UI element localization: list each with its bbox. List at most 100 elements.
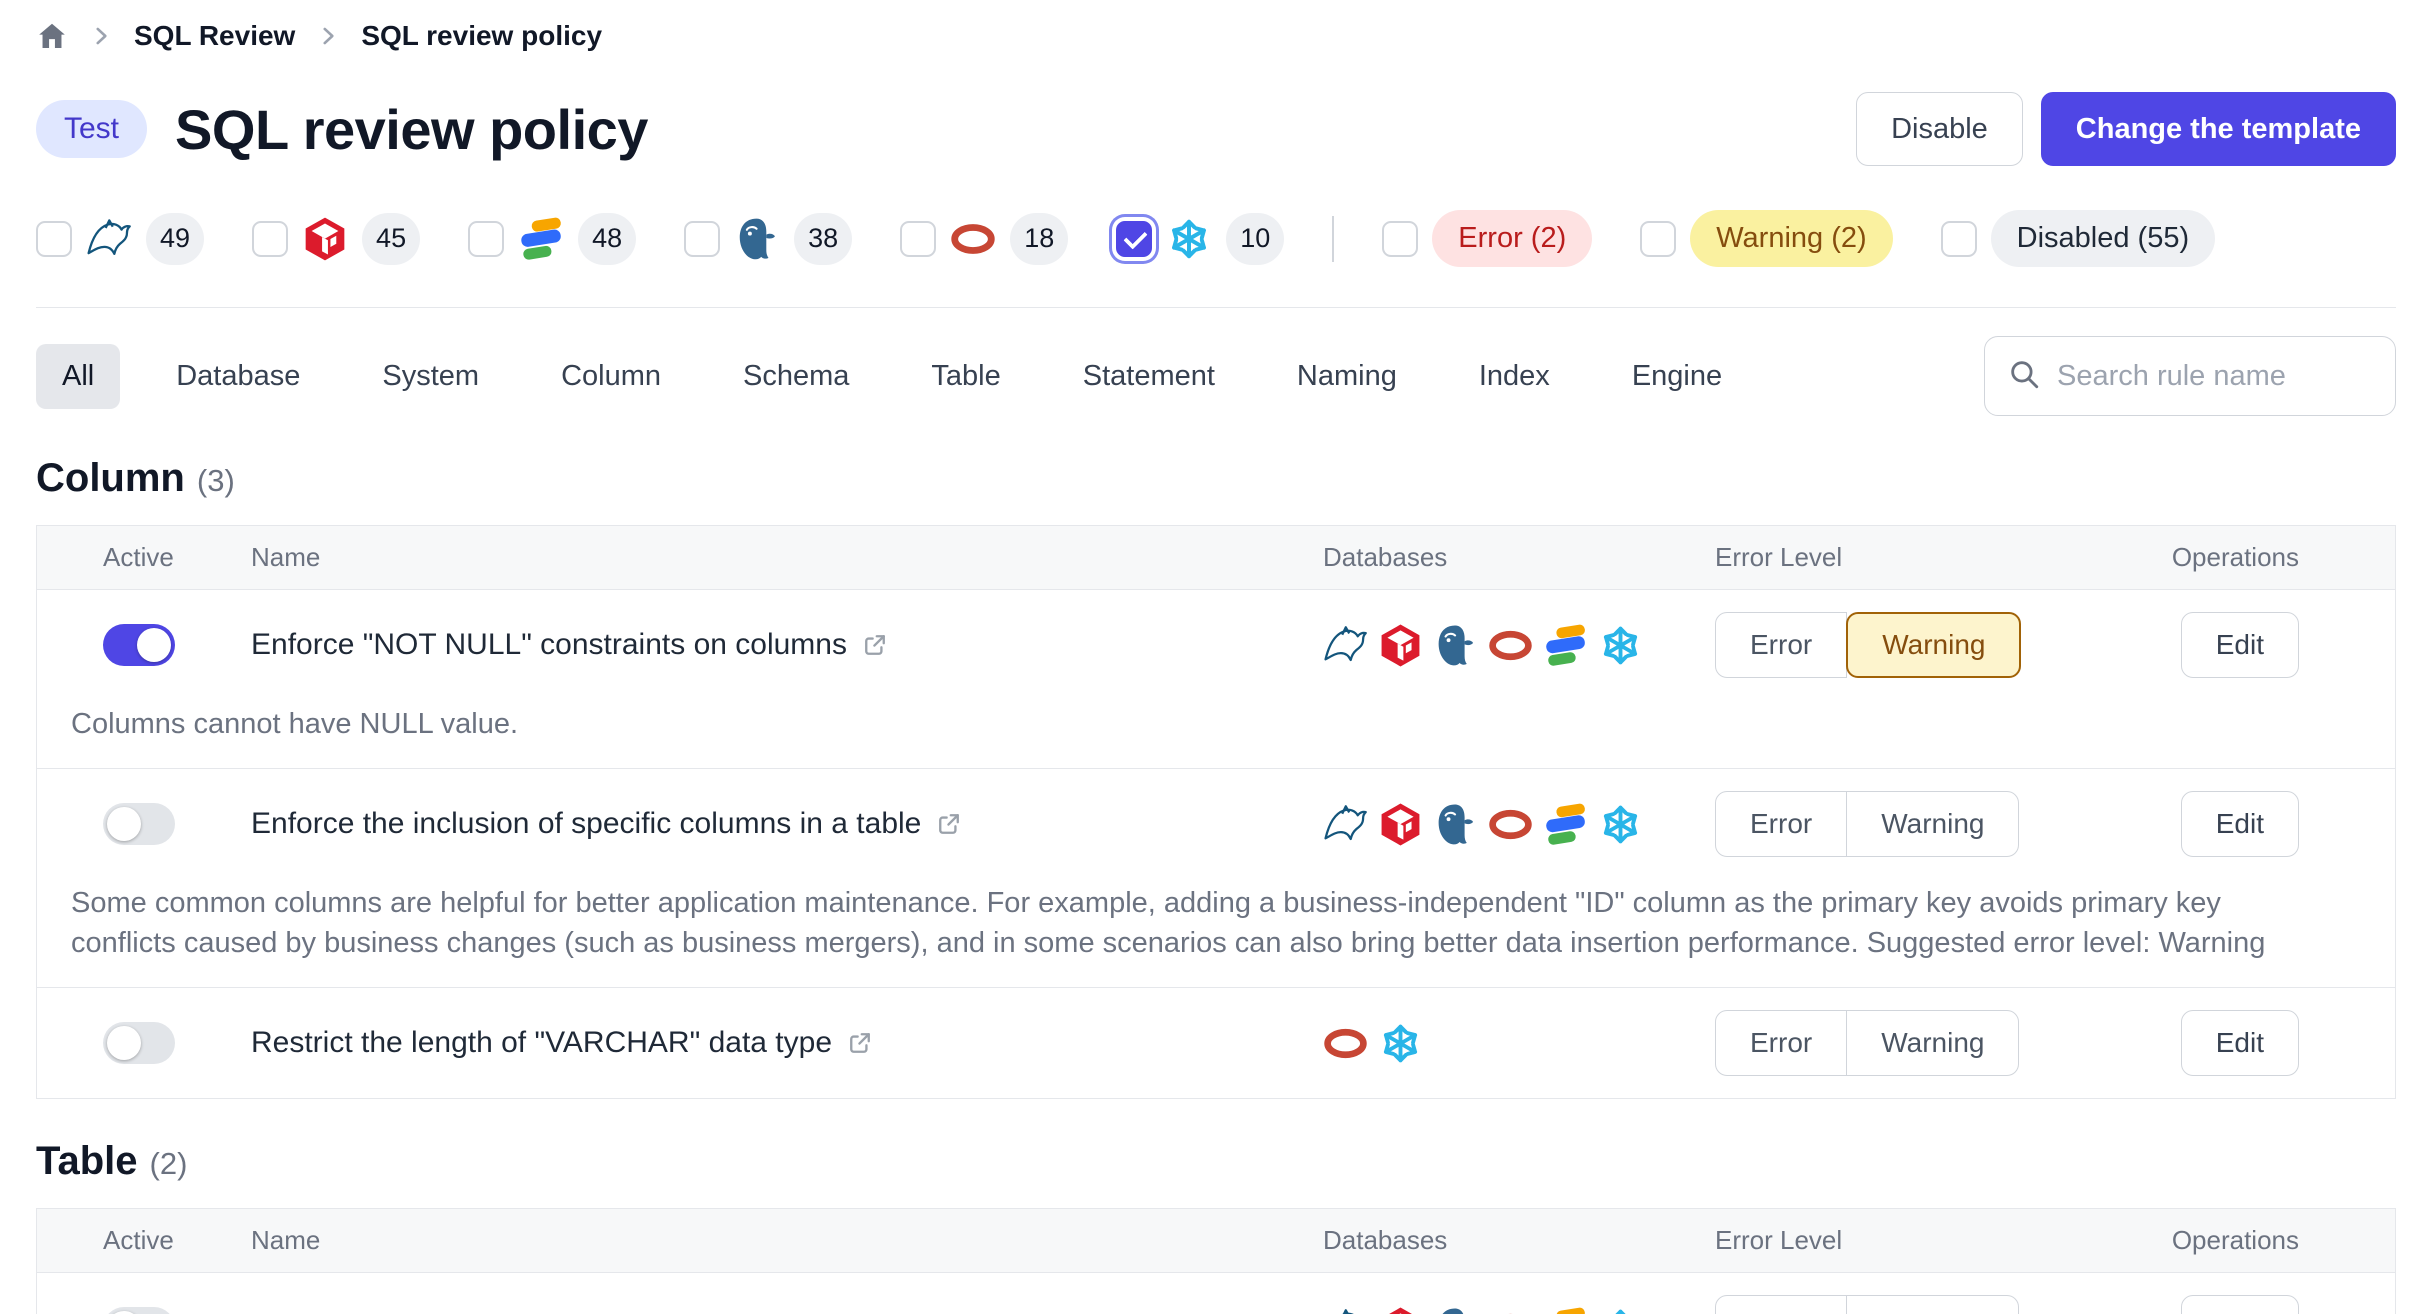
engine-checkbox-oceanbase[interactable]	[468, 221, 504, 257]
level-warning-button[interactable]: Warning	[1846, 1010, 2019, 1076]
level-error-button[interactable]: Error	[1715, 791, 1847, 857]
level-warning-button[interactable]: Warning	[1846, 1295, 2019, 1314]
engine-filter-snowflake[interactable]: 10	[1116, 213, 1284, 265]
table-row: Restrict the length of "VARCHAR" data ty…	[37, 988, 2395, 1098]
snowflake-icon	[1378, 1021, 1423, 1066]
level-filter-warning[interactable]: Warning (2)	[1640, 210, 1892, 267]
level-filter-disabled[interactable]: Disabled (55)	[1941, 210, 2215, 267]
level-pill-error: Error (2)	[1432, 210, 1592, 267]
oceanbase-icon	[1543, 1306, 1588, 1314]
rule-name-wrap: Restrict the length of "VARCHAR" data ty…	[251, 1026, 1289, 1060]
edit-button[interactable]: Edit	[2181, 791, 2299, 857]
database-icons	[1323, 1306, 1699, 1314]
breadcrumb-sql-review-policy[interactable]: SQL review policy	[361, 20, 602, 52]
tab-column[interactable]: Column	[535, 344, 687, 409]
tab-index[interactable]: Index	[1453, 344, 1576, 409]
search-box[interactable]	[1984, 336, 2396, 416]
engine-filter-oracle[interactable]: 18	[900, 213, 1068, 265]
active-cell	[37, 1307, 217, 1314]
engine-checkbox-oracle[interactable]	[900, 221, 936, 257]
tab-system[interactable]: System	[356, 344, 505, 409]
engine-filter-mysql[interactable]: 49	[36, 213, 204, 265]
rule-count-badge: 45	[362, 213, 420, 265]
error-level-group: ErrorWarning	[1715, 612, 2079, 678]
tab-engine[interactable]: Engine	[1606, 344, 1748, 409]
active-toggle[interactable]	[103, 1307, 175, 1314]
rule-name-wrap: Enforce the inclusion of specific column…	[251, 807, 1289, 841]
rule-main-row: Enforce "NOT NULL" constraints on column…	[37, 590, 2395, 700]
change-template-button[interactable]: Change the template	[2041, 92, 2396, 166]
engine-checkbox-postgresql[interactable]	[684, 221, 720, 257]
level-checkbox-warning[interactable]	[1640, 221, 1676, 257]
home-icon[interactable]	[36, 20, 68, 52]
level-warning-button[interactable]: Warning	[1846, 791, 2019, 857]
table-header-row: ActiveNameDatabasesError LevelOperations	[37, 1209, 2395, 1273]
column-header-name: Name	[217, 542, 1289, 573]
tab-database[interactable]: Database	[150, 344, 326, 409]
section-count: (2)	[150, 1146, 188, 1182]
sql-review-policy-page: SQL Review SQL review policy Test SQL re…	[0, 0, 2432, 1314]
engine-filter-oceanbase[interactable]: 48	[468, 213, 636, 265]
engine-filter-tidb[interactable]: 45	[252, 213, 420, 265]
section-count: (3)	[197, 463, 235, 499]
tab-schema[interactable]: Schema	[717, 344, 875, 409]
error-level-group: ErrorWarning	[1715, 1295, 2079, 1314]
section-name: Column	[36, 456, 185, 501]
category-tabs: All Database System Column Schema Table Statem…	[36, 336, 2396, 416]
rule-main-row: Enforce the inclusion of specific column…	[37, 769, 2395, 879]
rules-table-column: ActiveNameDatabasesError LevelOperations…	[36, 525, 2396, 1099]
rule-description: Columns cannot have NULL value.	[37, 700, 2395, 768]
active-toggle[interactable]	[103, 803, 175, 845]
edit-button[interactable]: Edit	[2181, 1010, 2299, 1076]
external-icon[interactable]	[935, 810, 963, 838]
snowflake-icon	[1166, 216, 1212, 262]
edit-button[interactable]: Edit	[2181, 1295, 2299, 1314]
external-icon[interactable]	[846, 1029, 874, 1057]
environment-badge[interactable]: Test	[36, 100, 147, 158]
table-row: Enforce the inclusion of specific column…	[37, 769, 2395, 988]
operations-cell: Edit	[2079, 1295, 2395, 1314]
rule-count-badge: 10	[1226, 213, 1284, 265]
rule-count-badge: 48	[578, 213, 636, 265]
tab-table[interactable]: Table	[905, 344, 1026, 409]
database-icons	[1323, 623, 1699, 668]
engine-checkbox-mysql[interactable]	[36, 221, 72, 257]
column-header-databases: Databases	[1289, 1225, 1699, 1256]
active-cell	[37, 1022, 217, 1064]
column-header-active: Active	[37, 1225, 217, 1256]
postgresql-icon	[1433, 623, 1478, 668]
snowflake-icon	[1598, 802, 1643, 847]
databases-cell	[1289, 1306, 1699, 1314]
engine-checkbox-snowflake[interactable]	[1116, 221, 1152, 257]
breadcrumb: SQL Review SQL review policy	[36, 0, 2396, 56]
level-pill-warning: Warning (2)	[1690, 210, 1892, 267]
edit-button[interactable]: Edit	[2181, 612, 2299, 678]
column-header-active: Active	[37, 542, 217, 573]
table-row: Enforce "NOT NULL" constraints on column…	[37, 590, 2395, 769]
level-error-button[interactable]: Error	[1715, 612, 1847, 678]
level-error-button[interactable]: Error	[1715, 1295, 1847, 1314]
external-icon[interactable]	[861, 631, 889, 659]
oracle-icon	[1323, 1021, 1368, 1066]
level-checkbox-error[interactable]	[1382, 221, 1418, 257]
tab-statement[interactable]: Statement	[1057, 344, 1241, 409]
engine-checkbox-tidb[interactable]	[252, 221, 288, 257]
chevron-right-icon	[315, 23, 341, 49]
active-toggle[interactable]	[103, 1022, 175, 1064]
page-title: SQL review policy	[175, 97, 648, 162]
level-error-button[interactable]: Error	[1715, 1010, 1847, 1076]
column-header-operations: Operations	[2079, 1225, 2395, 1256]
disable-button[interactable]: Disable	[1856, 92, 2023, 166]
rules-table-table: ActiveNameDatabasesError LevelOperations…	[36, 1208, 2396, 1314]
level-warning-button[interactable]: Warning	[1846, 612, 2021, 678]
engine-filter-postgresql[interactable]: 38	[684, 213, 852, 265]
search-input[interactable]	[2057, 360, 2373, 393]
tidb-icon	[1378, 623, 1423, 668]
level-filter-error[interactable]: Error (2)	[1382, 210, 1592, 267]
tab-naming[interactable]: Naming	[1271, 344, 1423, 409]
rule-description: Some common columns are helpful for bett…	[37, 879, 2395, 987]
breadcrumb-sql-review[interactable]: SQL Review	[134, 20, 295, 52]
active-toggle[interactable]	[103, 624, 175, 666]
level-checkbox-disabled[interactable]	[1941, 221, 1977, 257]
tab-all[interactable]: All	[36, 344, 120, 409]
